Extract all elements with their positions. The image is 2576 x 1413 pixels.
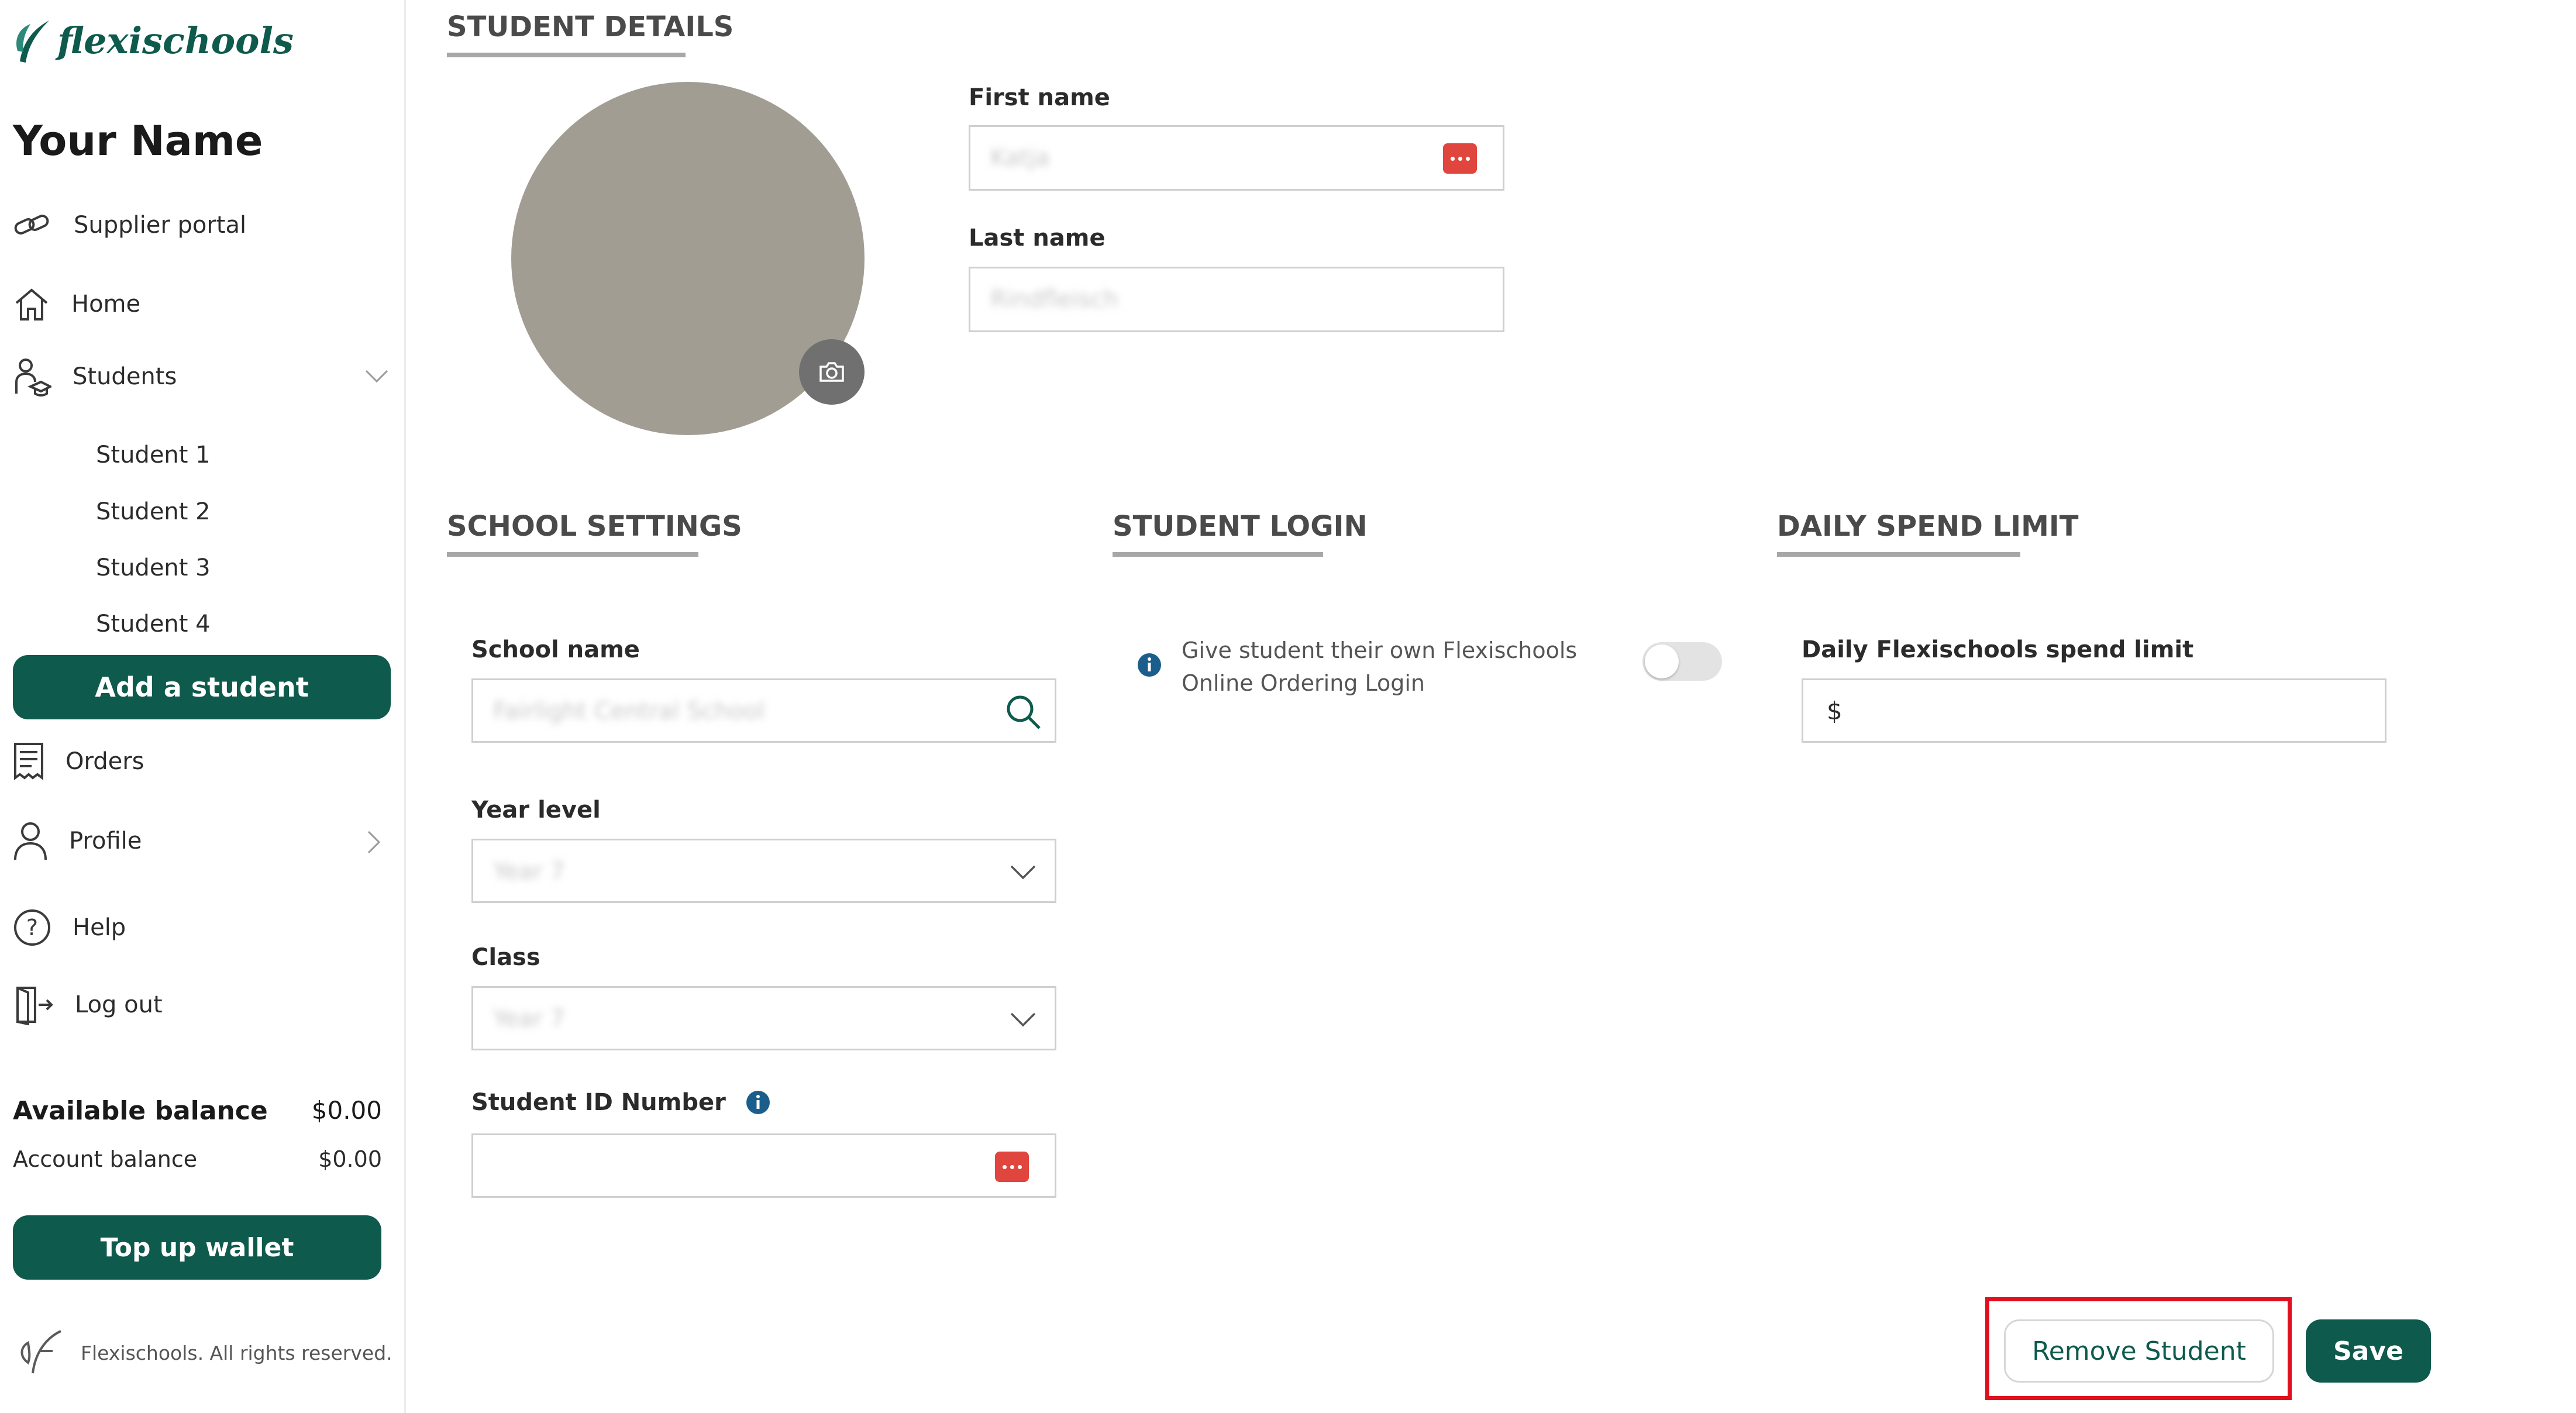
link-icon [13,211,51,240]
help-icon: ? [13,908,51,947]
class-select[interactable]: Year 7 [471,986,1056,1050]
year-level-label: Year level [471,797,601,823]
chevron-down-icon [1009,864,1037,880]
camera-icon [818,361,845,383]
home-icon [13,287,50,322]
sidebar-item-logout[interactable]: Log out [13,983,387,1027]
sidebar-item-orders[interactable]: Orders [13,740,387,783]
school-name-search-field[interactable]: Fairlight Central School [471,678,1056,743]
sidebar-item-student-1[interactable]: Student 1 [96,442,211,468]
sidebar-item-label: Supplier portal [74,212,247,239]
student-icon [13,356,51,397]
logout-icon [13,984,54,1025]
section-underline [1113,552,1323,557]
brand-logo[interactable]: flexischools [13,14,294,67]
person-icon [13,821,48,861]
sidebar-item-label: Home [71,291,141,318]
student-id-label-row: Student ID Number [471,1089,770,1116]
year-level-select[interactable]: Year 7 [471,839,1056,903]
sidebar-item-home[interactable]: Home [13,284,387,325]
class-value: Year 7 [493,1005,565,1032]
available-balance-label: Available balance [13,1096,268,1126]
available-balance-value: $0.00 [311,1096,382,1125]
toggle-knob [1645,645,1679,678]
sidebar-item-help[interactable]: ? Help [13,905,387,950]
class-label: Class [471,944,540,971]
flexischools-logo-icon [15,1328,64,1376]
first-name-field[interactable]: Katja [969,125,1504,191]
chevron-down-icon[interactable] [364,368,390,384]
sidebar-item-profile[interactable]: Profile [13,820,387,862]
info-icon[interactable] [1137,653,1162,677]
flexischools-leaf-icon [13,16,54,65]
save-button[interactable]: Save [2306,1319,2431,1383]
student-login-toggle[interactable] [1642,642,1722,681]
info-icon[interactable] [746,1090,770,1115]
account-balance-value: $0.00 [318,1146,382,1172]
school-name-value: Fairlight Central School [493,698,764,725]
sidebar: flexischools Your Name Supplier portal H… [0,0,406,1413]
sidebar-item-label: Profile [69,828,142,854]
student-id-field[interactable] [471,1133,1056,1198]
section-underline [447,552,698,557]
student-id-label: Student ID Number [471,1089,726,1116]
section-underline [1777,552,2020,557]
sidebar-item-students[interactable]: Students [13,354,390,399]
sidebar-item-label: Log out [75,991,163,1018]
first-name-value: Katja [990,144,1050,171]
password-manager-icon[interactable] [995,1152,1029,1182]
chevron-right-icon[interactable] [366,829,381,855]
school-settings-title: SCHOOL SETTINGS [447,510,742,543]
first-name-label: First name [969,84,1110,111]
account-balance-label: Account balance [13,1146,198,1172]
spend-limit-label: Daily Flexischools spend limit [1802,636,2194,663]
last-name-field[interactable]: Rindfleisch [969,267,1504,332]
section-underline [447,53,686,57]
last-name-value: Rindfleisch [990,286,1118,313]
receipt-icon [13,742,44,781]
user-name: Your Name [13,117,263,165]
currency-symbol: $ [1827,697,1843,725]
sidebar-item-student-3[interactable]: Student 3 [96,554,211,581]
top-up-wallet-button[interactable]: Top up wallet [13,1215,381,1280]
sidebar-item-student-4[interactable]: Student 4 [96,611,211,637]
sidebar-item-label: Help [73,914,126,941]
student-details-title: STUDENT DETAILS [447,11,734,43]
last-name-label: Last name [969,225,1106,251]
svg-text:?: ? [26,915,38,940]
chevron-down-icon [1009,1011,1037,1028]
sidebar-item-label: Students [73,363,177,390]
daily-spend-limit-title: DAILY SPEND LIMIT [1777,510,2079,543]
brand-name: flexischools [57,19,294,62]
student-login-title: STUDENT LOGIN [1113,510,1368,543]
sidebar-item-supplier-portal[interactable]: Supplier portal [13,205,387,246]
search-icon[interactable] [1004,693,1043,732]
sidebar-item-label: Orders [66,748,144,775]
school-name-label: School name [471,636,640,663]
change-photo-button[interactable] [799,339,865,405]
add-student-button[interactable]: Add a student [13,655,391,719]
remove-student-button[interactable]: Remove Student [2004,1319,2274,1383]
year-level-value: Year 7 [493,858,565,885]
footer-text: Flexischools. All rights reserved. [81,1342,392,1364]
sidebar-item-student-2[interactable]: Student 2 [96,498,211,525]
password-manager-icon[interactable] [1443,143,1477,174]
spend-limit-input[interactable]: $ [1802,678,2386,743]
student-login-description: Give student their own Flexischools Onli… [1182,637,1578,696]
